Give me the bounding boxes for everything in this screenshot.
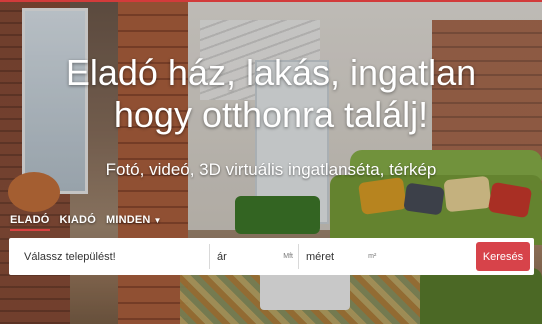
hero-headline-line1: Eladó ház, lakás, ingatlan	[65, 52, 477, 93]
tab-kiado-label: KIADÓ	[59, 214, 96, 226]
size-label: méret	[306, 250, 335, 263]
tab-elado[interactable]: ELADÓ	[10, 214, 50, 231]
search-bar: Válassz települést! ár Mft méret m² Kere…	[9, 238, 534, 275]
size-input[interactable]: méret m²	[299, 238, 429, 275]
size-unit: m²	[368, 253, 377, 260]
search-button[interactable]: Keresés	[476, 242, 530, 271]
settlement-placeholder: Válassz települést!	[24, 250, 116, 263]
hero-headline: Eladó ház, lakás, ingatlan hogy otthonra…	[0, 52, 542, 136]
price-label: ár	[217, 250, 227, 263]
price-unit: Mft	[283, 253, 293, 260]
listing-type-tabs: ELADÓ KIADÓ MINDEN ▼	[10, 214, 162, 231]
settlement-input[interactable]: Válassz települést!	[9, 238, 209, 275]
hero-section: Eladó ház, lakás, ingatlan hogy otthonra…	[0, 0, 542, 324]
tab-minden-label: MINDEN	[105, 214, 151, 226]
hero-subline: Fotó, videó, 3D virtuális ingatlanséta, …	[105, 160, 437, 179]
hero-headline-line2: hogy otthonra találj!	[113, 94, 429, 135]
caret-down-icon: ▼	[153, 216, 162, 225]
tab-elado-label: ELADÓ	[10, 214, 50, 226]
tab-minden[interactable]: MINDEN ▼	[106, 214, 162, 231]
top-accent-line	[0, 0, 542, 2]
price-input[interactable]: ár Mft	[210, 238, 298, 275]
tab-kiado[interactable]: KIADÓ	[60, 214, 96, 231]
